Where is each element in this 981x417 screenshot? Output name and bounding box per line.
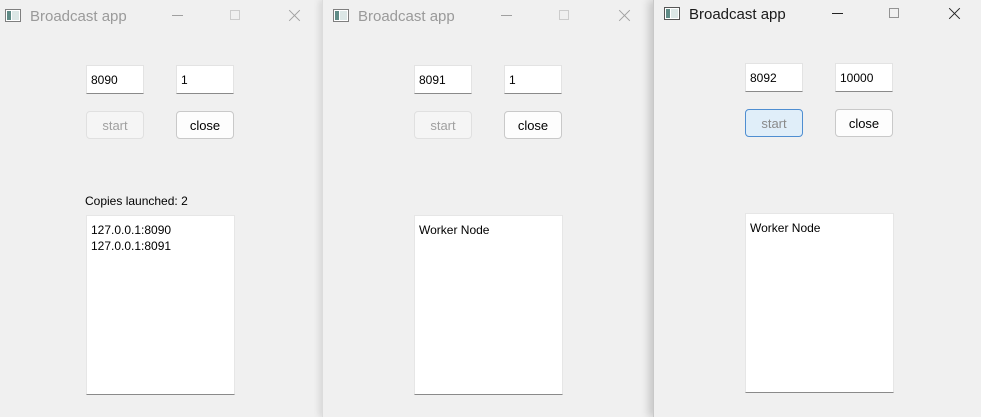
start-button[interactable]: start [414, 111, 472, 139]
window-title: Broadcast app [30, 8, 127, 25]
close-button[interactable]: close [835, 109, 893, 137]
desktop: Broadcast app start close Copies launche… [0, 0, 981, 417]
app-window-icon [5, 9, 21, 22]
port-input[interactable] [745, 63, 803, 92]
maximize-icon[interactable] [213, 0, 259, 32]
output-log[interactable]: Worker Node [745, 213, 894, 393]
minimize-icon[interactable] [815, 0, 861, 30]
log-line: 127.0.0.1:8090 [91, 223, 172, 237]
close-button[interactable]: close [176, 111, 234, 139]
start-button[interactable]: start [86, 111, 144, 139]
output-log[interactable]: 127.0.0.1:8090 127.0.0.1:8091 [86, 215, 235, 395]
output-log[interactable]: Worker Node [414, 215, 563, 395]
app-window-icon [333, 9, 349, 22]
broadcast-window-2[interactable]: Broadcast app start close Worker Node [322, 0, 654, 417]
log-line: Worker Node [750, 221, 821, 235]
log-line: 127.0.0.1:8091 [91, 239, 172, 253]
port-input[interactable] [86, 65, 144, 94]
minimize-icon[interactable] [484, 0, 530, 32]
close-icon[interactable] [601, 0, 647, 32]
minimize-icon[interactable] [155, 0, 201, 32]
log-line: Worker Node [419, 223, 490, 237]
app-window-icon [664, 7, 680, 20]
count-input[interactable] [504, 65, 562, 94]
port-input[interactable] [414, 65, 472, 94]
count-input[interactable] [835, 63, 893, 92]
close-button[interactable]: close [504, 111, 562, 139]
maximize-icon[interactable] [872, 0, 918, 30]
broadcast-window-1[interactable]: Broadcast app start close Copies launche… [0, 0, 322, 417]
maximize-icon[interactable] [542, 0, 588, 32]
close-icon[interactable] [271, 0, 317, 32]
title-bar[interactable]: Broadcast app [0, 0, 322, 32]
count-input[interactable] [176, 65, 234, 94]
start-button[interactable]: start [745, 109, 803, 137]
copies-launched-label: Copies launched: 2 [85, 194, 188, 208]
window-title: Broadcast app [358, 8, 455, 25]
title-bar[interactable]: Broadcast app [654, 0, 981, 32]
close-icon[interactable] [931, 0, 977, 30]
title-bar[interactable]: Broadcast app [323, 0, 654, 32]
window-title: Broadcast app [689, 6, 786, 23]
broadcast-window-3[interactable]: Broadcast app start close Worker Node [653, 0, 981, 417]
